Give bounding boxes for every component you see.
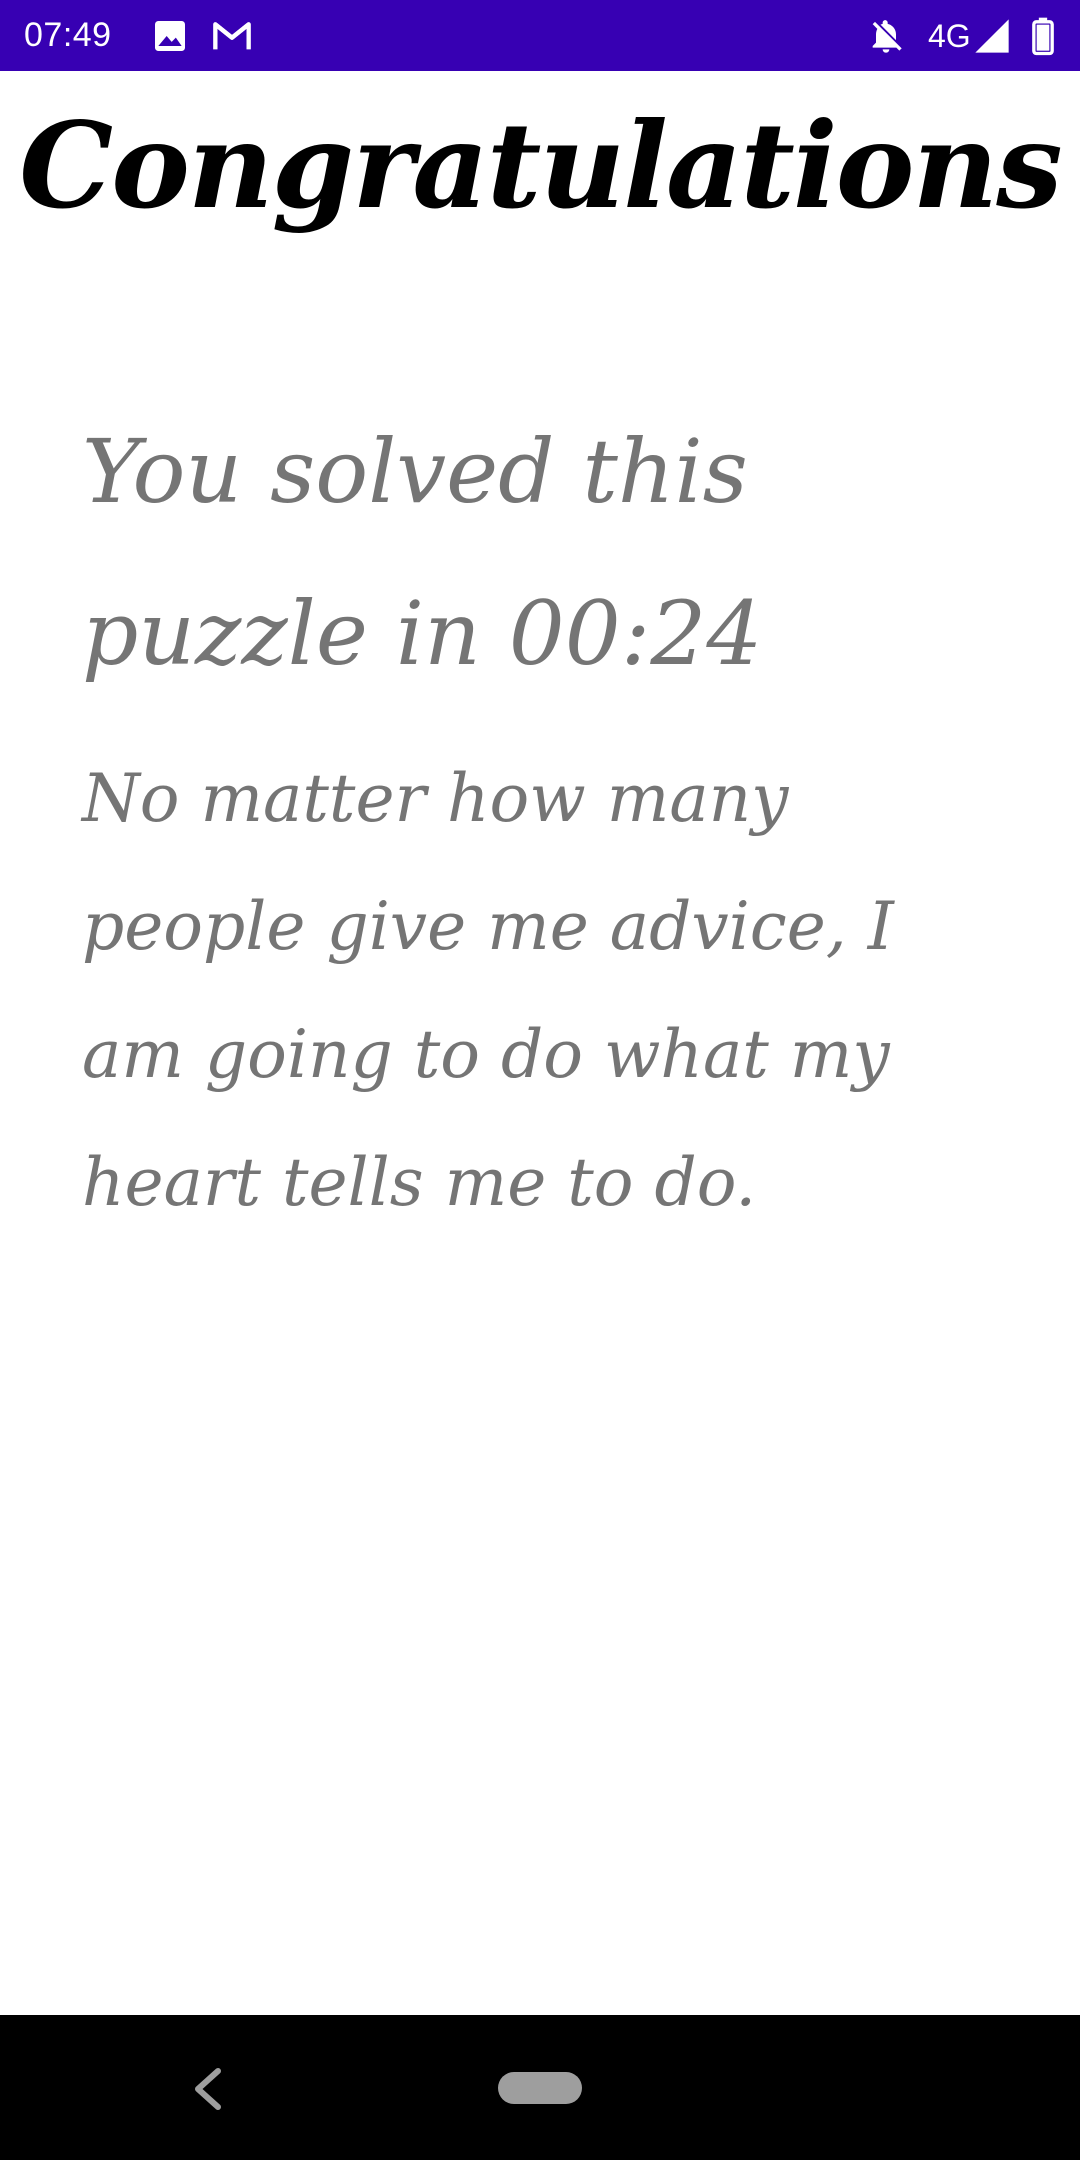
battery-icon (1026, 16, 1060, 56)
notifications-off-icon (866, 16, 906, 56)
image-icon (150, 16, 190, 56)
quote-text: No matter how many people give me advice… (82, 760, 894, 1221)
home-button[interactable] (498, 2072, 582, 2104)
screen: 07:49 4G Congratulations You solved this… (0, 0, 1080, 2160)
signal-icon (972, 16, 1012, 56)
network-label: 4G (928, 18, 971, 54)
page-title: Congratulations (19, 96, 1062, 235)
solved-message: You solved this puzzle in 00:24 (82, 420, 763, 685)
back-icon[interactable] (188, 2065, 228, 2113)
gmail-icon (212, 16, 252, 56)
status-time: 07:49 (24, 16, 112, 54)
status-bar: 07:49 4G (0, 0, 1080, 71)
congratulations-screen: Congratulations You solved this puzzle i… (0, 71, 1080, 2015)
navigation-bar (0, 2015, 1080, 2160)
